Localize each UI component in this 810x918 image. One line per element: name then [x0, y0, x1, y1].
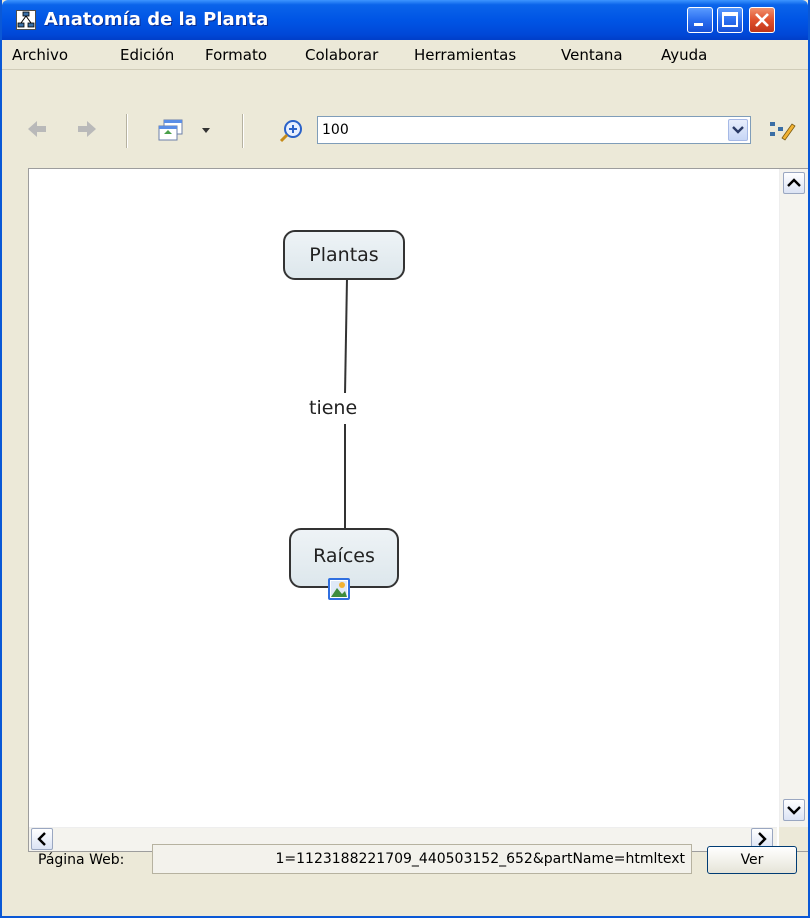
vertical-scrollbar[interactable]	[779, 169, 808, 827]
view-button[interactable]: Ver	[707, 846, 797, 874]
image-resource-icon[interactable]	[328, 578, 350, 600]
chevron-down-icon	[732, 126, 744, 134]
map-canvas[interactable]: Plantas tiene Raíces	[30, 170, 778, 828]
toolbar-separator	[126, 114, 128, 148]
concept-node-plantas[interactable]: Plantas	[283, 230, 405, 280]
edit-button[interactable]	[768, 118, 796, 146]
menu-bar: Archivo Edición Formato Colaborar Herram…	[2, 40, 808, 70]
menu-colaborar[interactable]: Colaborar	[305, 40, 378, 70]
zoom-combobox[interactable]: 100	[317, 116, 751, 144]
maximize-icon	[722, 12, 738, 27]
link-label-tiene[interactable]: tiene	[309, 393, 358, 423]
app-icon	[16, 10, 36, 30]
menu-archivo[interactable]: Archivo	[12, 40, 68, 70]
toolbar-separator	[242, 114, 244, 148]
web-page-url: 1=1123188221709_440503152_652&partName=h…	[275, 851, 686, 867]
map-canvas-frame: Plantas tiene Raíces	[28, 168, 808, 852]
web-page-url-field[interactable]: 1=1123188221709_440503152_652&partName=h…	[152, 844, 692, 874]
back-button[interactable]	[26, 118, 48, 144]
zoom-value: 100	[322, 122, 349, 138]
scroll-left-button[interactable]	[31, 828, 53, 850]
close-icon	[755, 13, 769, 27]
picture-icon	[331, 581, 347, 597]
scroll-up-button[interactable]	[783, 172, 805, 194]
map-edit-icon	[770, 122, 796, 141]
web-page-label: Página Web:	[38, 852, 125, 868]
view-menu-button[interactable]	[158, 118, 214, 148]
chevron-down-icon	[787, 806, 801, 815]
menu-herramientas[interactable]: Herramientas	[414, 40, 516, 70]
windows-icon	[158, 119, 210, 141]
window-title: Anatomía de la Planta	[44, 9, 269, 30]
menu-edicion[interactable]: Edición	[120, 40, 174, 70]
minimize-button[interactable]	[687, 7, 713, 33]
zoom-magnifier-icon	[279, 120, 302, 143]
back-arrow-icon	[28, 121, 46, 137]
menu-ventana[interactable]: Ventana	[561, 40, 623, 70]
forward-button[interactable]	[76, 118, 98, 144]
zoom-dropdown-button[interactable]	[728, 119, 748, 141]
menu-formato[interactable]: Formato	[205, 40, 267, 70]
chevron-up-icon	[787, 178, 801, 187]
scroll-down-button[interactable]	[783, 799, 805, 821]
forward-arrow-icon	[78, 121, 96, 137]
minimize-icon	[694, 23, 703, 26]
zoom-button[interactable]	[278, 118, 306, 148]
close-button[interactable]	[749, 7, 775, 33]
title-bar[interactable]: Anatomía de la Planta	[2, 0, 808, 40]
chevron-left-icon	[37, 832, 46, 846]
maximize-button[interactable]	[717, 7, 743, 33]
menu-ayuda[interactable]: Ayuda	[661, 40, 707, 70]
app-window: Anatomía de la Planta Archivo Edición Fo…	[0, 0, 810, 918]
